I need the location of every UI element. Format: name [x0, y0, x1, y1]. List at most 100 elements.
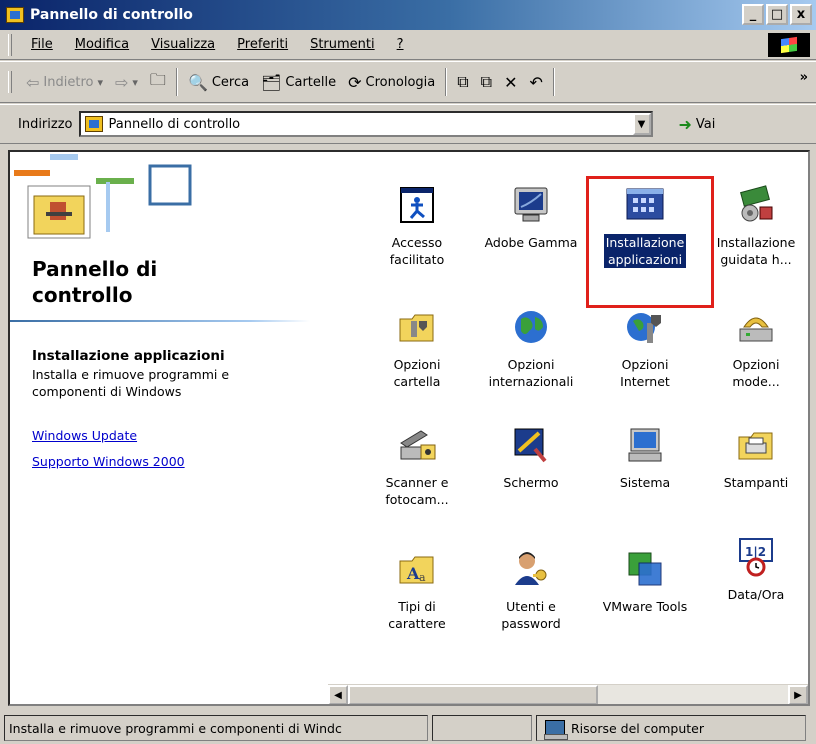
display-icon [510, 424, 552, 466]
menu-grip[interactable] [8, 33, 12, 56]
applet-date-time[interactable]: 1|2 Data/Ora [698, 536, 808, 603]
applet-label: Opzioni mode... [732, 357, 780, 389]
fonts-icon: Aa [396, 548, 438, 590]
status-pane-empty [432, 715, 532, 741]
forward-arrow-icon: ⇨ [114, 72, 129, 92]
close-button[interactable]: x [790, 4, 812, 25]
status-zone-label: Risorse del computer [571, 720, 704, 736]
title-bar[interactable]: Pannello di controllo _ □ x [0, 0, 816, 30]
applet-users-passwords[interactable]: Utenti e password [474, 548, 588, 632]
applet-accessibility[interactable]: Accesso facilitato [360, 184, 474, 268]
panel-title: Pannello di controllo [32, 256, 157, 308]
folders-icon: 🗂 [261, 72, 282, 92]
move-to-button[interactable]: ⧉ [451, 66, 474, 98]
search-button[interactable]: 🔍 Cerca [182, 66, 255, 98]
windows-update-link[interactable]: Windows Update [32, 428, 137, 443]
applet-label: Sistema [619, 475, 671, 490]
applet-label: Adobe Gamma [484, 235, 578, 250]
back-dropdown-icon[interactable]: ▾ [97, 76, 103, 89]
minimize-button[interactable]: _ [742, 4, 764, 25]
clock-icon: 1|2 [735, 536, 777, 578]
horizontal-scrollbar[interactable]: ◀ ▶ [328, 684, 808, 704]
folder-options-icon [396, 306, 438, 348]
move-to-icon: ⧉ [457, 72, 469, 91]
applet-adobe-gamma[interactable]: Adobe Gamma [474, 184, 588, 251]
globe-icon [510, 306, 552, 348]
forward-dropdown-icon[interactable]: ▾ [132, 76, 138, 89]
toolbar-overflow-button[interactable]: » [800, 70, 808, 85]
address-dropdown-button[interactable]: ▼ [632, 113, 651, 135]
applet-fonts[interactable]: Aa Tipi di carattere [360, 548, 474, 632]
address-input[interactable]: Pannello di controllo ▼ [78, 111, 653, 137]
printers-icon [735, 424, 777, 466]
applet-regional-options[interactable]: Opzioni internazionali [474, 306, 588, 390]
control-panel-small-icon [84, 116, 103, 132]
address-label: Indirizzo [18, 116, 73, 132]
applet-display[interactable]: Schermo [474, 424, 588, 491]
menu-modifica[interactable]: Modifica [64, 37, 140, 52]
applet-system[interactable]: Sistema [588, 424, 702, 491]
copy-to-button[interactable]: ⧉ [475, 66, 498, 98]
menu-visualizza[interactable]: Visualizza [140, 37, 226, 52]
go-button[interactable]: ➜ Vai [679, 115, 716, 134]
menu-help[interactable]: ? [386, 37, 415, 52]
applet-label: Stampanti [723, 475, 789, 490]
control-panel-icon [6, 7, 24, 23]
applet-add-hardware[interactable]: Installazione guidata h... [698, 184, 808, 268]
back-button[interactable]: ⇦ Indietro ▾ [20, 66, 109, 98]
users-icon [510, 548, 552, 590]
history-icon: ⟳ [348, 72, 362, 92]
panel-title-line2: controllo [32, 283, 133, 307]
search-label: Cerca [211, 74, 250, 90]
panel-decoration [14, 154, 192, 239]
applet-label: Installazione guidata h... [716, 235, 796, 267]
applet-label: VMware Tools [602, 599, 688, 614]
web-view-panel: Pannello di controllo Installazione appl… [10, 152, 320, 672]
applet-modem-options[interactable]: Opzioni mode... [698, 306, 808, 390]
menu-strumenti[interactable]: Strumenti [299, 37, 386, 52]
toolbar-grip[interactable] [8, 71, 12, 93]
scroll-thumb[interactable] [348, 685, 598, 704]
up-folder-button[interactable]: 🗀 [144, 66, 172, 98]
applet-label: Opzioni internazionali [488, 357, 574, 389]
svg-text:a: a [419, 571, 426, 584]
title-underline [10, 320, 310, 322]
applet-internet-options[interactable]: Opzioni Internet [588, 306, 702, 390]
svg-text:1|2: 1|2 [745, 545, 766, 559]
toolbar-separator [445, 68, 448, 96]
address-value: Pannello di controllo [108, 116, 241, 132]
go-arrow-icon: ➜ [678, 114, 692, 134]
applet-scanners-cameras[interactable]: Scanner e fotocam... [360, 424, 474, 508]
applet-vmware-tools[interactable]: VMware Tools [588, 548, 702, 615]
selection-description: Installa e rimuove programmi e component… [32, 367, 230, 399]
folders-button[interactable]: 🗂 Cartelle [255, 66, 342, 98]
modem-icon [735, 306, 777, 348]
delete-button[interactable]: ✕ [498, 66, 523, 98]
undo-button[interactable]: ↶ [524, 66, 549, 98]
svg-text:A: A [406, 564, 420, 583]
scroll-right-button[interactable]: ▶ [788, 685, 808, 704]
address-bar: Indirizzo Pannello di controllo ▼ ➜ Vai [0, 104, 816, 144]
content-area: Pannello di controllo Installazione appl… [8, 150, 810, 706]
up-folder-icon: 🗀 [149, 69, 166, 89]
applet-printers[interactable]: Stampanti [698, 424, 808, 491]
go-label: Vai [695, 116, 716, 132]
forward-button[interactable]: ⇨ ▾ [109, 66, 144, 98]
maximize-button[interactable]: □ [766, 4, 788, 25]
history-button[interactable]: ⟳ Cronologia [342, 66, 441, 98]
menu-bar: File Modifica Visualizza Preferiti Strum… [0, 30, 816, 60]
applet-folder-options[interactable]: Opzioni cartella [360, 306, 474, 390]
status-zone: Risorse del computer [536, 715, 806, 741]
back-label: Indietro [43, 74, 94, 90]
scroll-left-button[interactable]: ◀ [328, 685, 348, 704]
window-controls: _ □ x [742, 4, 812, 25]
vmware-icon [624, 548, 666, 590]
support-link[interactable]: Supporto Windows 2000 [32, 454, 185, 469]
applet-label: Accesso facilitato [389, 235, 445, 267]
menu-preferiti[interactable]: Preferiti [226, 37, 299, 52]
internet-options-icon [624, 306, 666, 348]
menu-file[interactable]: File [20, 37, 64, 52]
selection-highlight-box [586, 176, 714, 308]
applet-label: Opzioni Internet [620, 357, 670, 389]
window-title: Pannello di controllo [30, 7, 193, 23]
